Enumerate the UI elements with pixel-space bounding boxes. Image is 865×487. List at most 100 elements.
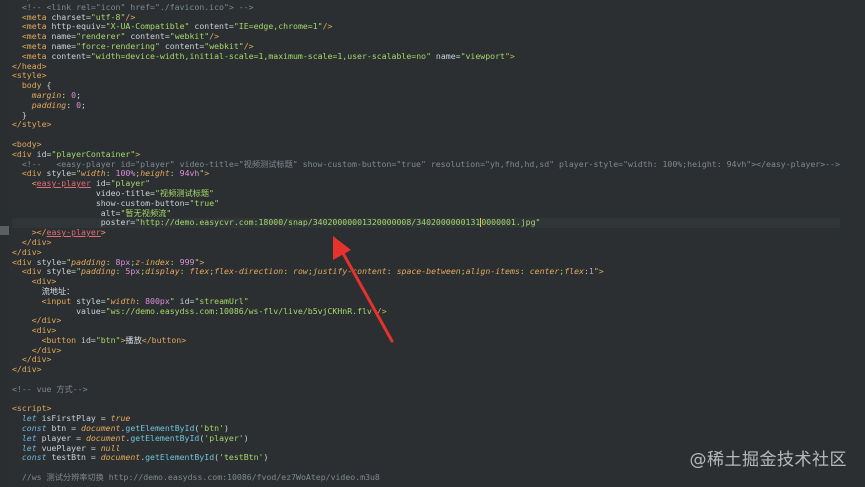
code-token: : [179, 266, 190, 277]
code-token: <meta [21, 40, 52, 51]
code-token: > [100, 227, 106, 238]
code-token: let [21, 413, 42, 424]
code-line[interactable] [12, 130, 840, 140]
code-line[interactable]: </div> [12, 315, 840, 326]
code-line[interactable]: </style> [12, 119, 840, 130]
code-token: easy-player [46, 227, 101, 238]
code-token: getElementById [125, 423, 195, 434]
code-token: = [66, 423, 82, 434]
code-line[interactable]: } [12, 110, 840, 121]
editor-gutter [0, 0, 9, 487]
code-token: content= [125, 31, 170, 42]
code-token: = [71, 432, 86, 443]
code-token: : [386, 266, 397, 277]
code-token: document [85, 432, 126, 443]
code-token: = [95, 413, 111, 424]
code-token: <!-- vue 方式--> [12, 383, 88, 394]
code-token: document [81, 423, 121, 434]
code-line[interactable]: <style> [12, 70, 840, 81]
code-line[interactable]: </head> [12, 60, 840, 72]
code-token: id= [174, 295, 195, 306]
code-token: show-custom-button= [95, 197, 190, 208]
code-line[interactable]: padding: 0; [12, 99, 840, 111]
code-token: style= [46, 168, 77, 179]
code-token: "playerContainer" [51, 148, 136, 159]
code-line[interactable]: <meta content="width=device-width,initia… [12, 51, 840, 62]
code-token: const [21, 423, 52, 434]
code-line[interactable]: value="ws://demo.easydss.com:10086/ws-fl… [12, 305, 840, 317]
code-token: ; [81, 99, 86, 110]
code-token: "webkit" [204, 40, 244, 51]
code-token: flex-direction [214, 266, 284, 277]
code-token: = [85, 442, 101, 453]
code-token: true [110, 413, 131, 424]
code-token: "utf-8" [90, 11, 126, 22]
code-token: /> [322, 21, 333, 32]
code-token: > [199, 256, 205, 267]
code-token: </div> [31, 315, 62, 326]
code-token: /> [376, 305, 387, 316]
code-token: 流地址： [41, 285, 75, 296]
code-token: : [135, 295, 146, 306]
code-token: content= [159, 40, 205, 51]
code-token: </head> [12, 60, 47, 71]
code-token: <script> [12, 403, 52, 414]
code-token: 0000001.jpg" [481, 217, 541, 228]
code-area[interactable]: </title> <!-- <link rel="icon" href="./f… [12, 0, 840, 483]
code-token: 999 [179, 256, 195, 267]
code-token: style= [36, 256, 67, 267]
code-token: flex [189, 266, 210, 277]
code-line[interactable]: <!-- vue 方式--> [12, 383, 840, 395]
code-token: padding [81, 266, 116, 277]
code-line[interactable]: </div> [12, 237, 840, 248]
code-line[interactable] [12, 375, 840, 385]
code-token: 5px [125, 266, 141, 277]
code-line[interactable]: body { [12, 80, 840, 91]
code-token: row [293, 266, 308, 277]
code-token: padding [31, 99, 67, 110]
code-token: </div> [21, 354, 52, 365]
code-line[interactable]: ></easy-player> [12, 227, 840, 238]
code-token: display [145, 266, 180, 277]
code-line[interactable]: <button id="btn">播放</button> [12, 334, 840, 346]
code-token: <div [12, 256, 37, 267]
code-line[interactable]: </div> [12, 364, 840, 375]
code-line[interactable]: let player = document.getElementById('pl… [12, 432, 840, 444]
code-line[interactable]: <script> [12, 404, 840, 414]
code-token: > [135, 148, 141, 159]
code-line[interactable]: //ws 测试分辨率切换 http://demo.easydss.com:100… [12, 472, 840, 483]
code-token: 800px [145, 295, 170, 306]
code-token: "btn" [95, 334, 121, 345]
code-line[interactable] [12, 395, 840, 405]
code-token: 94vh [179, 168, 200, 179]
code-line[interactable]: </div> [12, 345, 840, 356]
watermark: @稀土掘金技术社区 [689, 450, 847, 470]
code-token: "force-rendering" [76, 40, 160, 51]
code-token: > [204, 168, 210, 179]
code-line[interactable]: <div style="padding: 5px;display: flex;f… [12, 266, 840, 277]
code-line[interactable]: margin: 0; [12, 90, 840, 101]
code-line[interactable]: <div> [12, 276, 840, 287]
code-token: <button [41, 334, 82, 345]
code-line[interactable]: <!-- <link rel="icon" href="./favicon.ic… [12, 1, 840, 13]
code-line[interactable]: </div> [12, 355, 840, 365]
code-token: id= [81, 334, 96, 345]
code-line[interactable]: poster="http://demo.easycvr.com:18000/sn… [12, 217, 840, 229]
code-token: document [100, 452, 141, 463]
code-token: let [21, 442, 42, 453]
code-editor[interactable]: </title> <!-- <link rel="icon" href="./f… [0, 0, 865, 487]
code-token: ) [224, 423, 229, 434]
code-token: <!-- <link rel="icon" href="./favicon.ic… [21, 1, 254, 12]
code-token: <body> [12, 138, 42, 149]
